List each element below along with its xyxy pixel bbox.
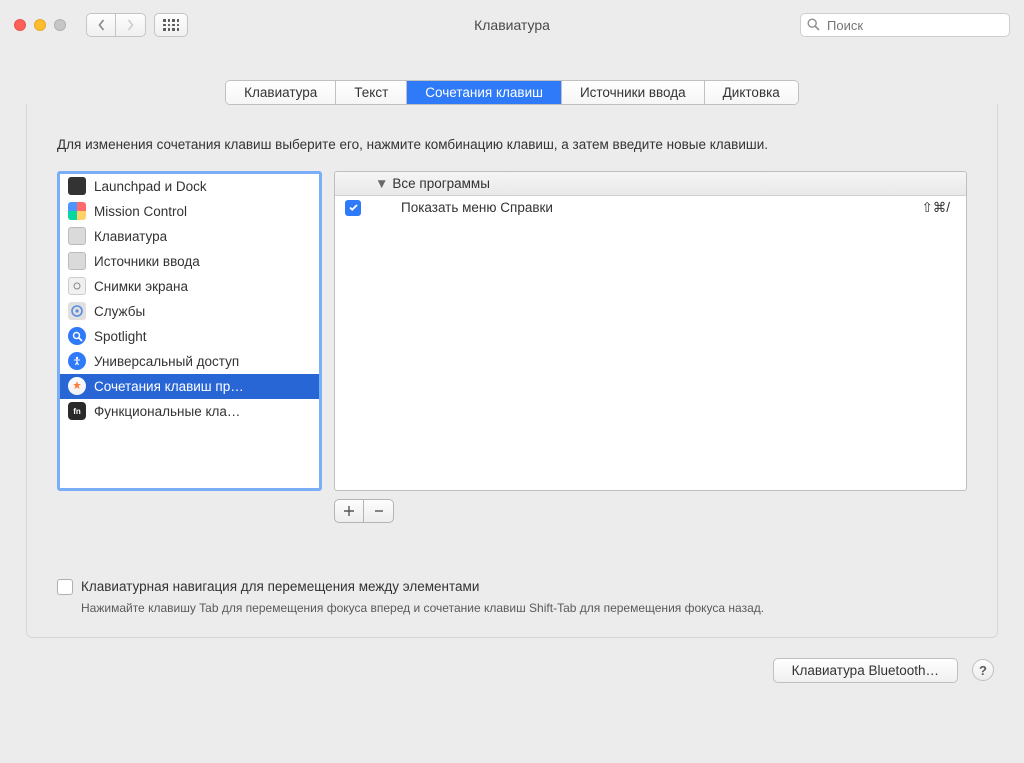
launchpad-icon xyxy=(68,177,86,195)
sidebar-item-label: Клавиатура xyxy=(94,229,167,244)
sidebar-item-label: Сочетания клавиш пр… xyxy=(94,379,244,394)
shortcut-combo[interactable]: ⇧⌘/ xyxy=(921,200,956,216)
shortcut-row[interactable]: Показать меню Справки ⇧⌘/ xyxy=(335,196,966,220)
search-container xyxy=(800,13,1010,37)
sidebar-item-services[interactable]: Службы xyxy=(60,299,319,324)
screenshot-icon xyxy=(68,277,86,295)
tab-text[interactable]: Текст xyxy=(336,81,407,104)
traffic-lights xyxy=(14,19,66,31)
preferences-window: Клавиатура Клавиатура Текст Сочетания кл… xyxy=(0,0,1024,763)
sidebar-item-input-sources[interactable]: Источники ввода xyxy=(60,249,319,274)
forward-button[interactable] xyxy=(116,13,146,37)
sidebar-item-label: Источники ввода xyxy=(94,254,200,269)
titlebar: Клавиатура xyxy=(0,0,1024,50)
sidebar-item-spotlight[interactable]: Spotlight xyxy=(60,324,319,349)
category-list[interactable]: Launchpad и Dock Mission Control Клавиат… xyxy=(57,171,322,491)
zoom-window-button xyxy=(54,19,66,31)
sidebar-item-label: Mission Control xyxy=(94,204,187,219)
keyboard-navigation-description: Нажимайте клавишу Tab для перемещения фо… xyxy=(81,601,967,615)
tab-shortcuts[interactable]: Сочетания клавиш xyxy=(407,81,562,104)
add-button[interactable] xyxy=(334,499,364,523)
app-shortcuts-icon xyxy=(68,377,86,395)
sidebar-item-label: Функциональные кла… xyxy=(94,404,240,419)
instruction-text: Для изменения сочетания клавиш выберите … xyxy=(57,136,967,155)
tab-input-sources[interactable]: Источники ввода xyxy=(562,81,705,104)
footer: Клавиатура Bluetooth… ? xyxy=(0,638,1024,683)
sidebar-item-launchpad[interactable]: Launchpad и Dock xyxy=(60,174,319,199)
spotlight-icon xyxy=(68,327,86,345)
shortcut-list[interactable]: ▼ Все программы Показать меню Справки ⇧⌘… xyxy=(334,171,967,491)
bluetooth-keyboard-button[interactable]: Клавиатура Bluetooth… xyxy=(773,658,958,683)
sidebar-item-label: Снимки экрана xyxy=(94,279,188,294)
panel: Для изменения сочетания клавиш выберите … xyxy=(26,104,998,638)
search-icon xyxy=(807,18,820,31)
tabs-row: Клавиатура Текст Сочетания клавиш Источн… xyxy=(0,80,1024,105)
tab-keyboard[interactable]: Клавиатура xyxy=(226,81,336,104)
sidebar-item-label: Launchpad и Dock xyxy=(94,179,207,194)
chevron-right-icon xyxy=(126,19,135,31)
disclosure-triangle-icon[interactable]: ▼ xyxy=(375,176,388,191)
lists-row: Launchpad и Dock Mission Control Клавиат… xyxy=(57,171,967,491)
plus-icon xyxy=(343,505,355,517)
add-remove-buttons xyxy=(334,499,967,523)
group-header[interactable]: ▼ Все программы xyxy=(335,172,966,196)
nav-buttons xyxy=(86,13,146,37)
sidebar-item-label: Универсальный доступ xyxy=(94,354,239,369)
keyboard-navigation-checkbox[interactable] xyxy=(57,579,73,595)
grid-icon xyxy=(163,19,179,31)
chevron-left-icon xyxy=(97,19,106,31)
sidebar-item-keyboard[interactable]: Клавиатура xyxy=(60,224,319,249)
shortcut-label: Показать меню Справки xyxy=(401,200,921,215)
accessibility-icon xyxy=(68,352,86,370)
sidebar-item-function-keys[interactable]: fn Функциональные кла… xyxy=(60,399,319,424)
minus-icon xyxy=(373,505,385,517)
sidebar-item-label: Spotlight xyxy=(94,329,147,344)
minimize-window-button[interactable] xyxy=(34,19,46,31)
tabs: Клавиатура Текст Сочетания клавиш Источн… xyxy=(225,80,799,105)
shortcut-enabled-checkbox[interactable] xyxy=(345,200,361,216)
back-button[interactable] xyxy=(86,13,116,37)
sidebar-item-label: Службы xyxy=(94,304,145,319)
close-window-button[interactable] xyxy=(14,19,26,31)
mission-control-icon xyxy=(68,202,86,220)
group-header-label: Все программы xyxy=(392,176,490,191)
fn-icon: fn xyxy=(68,402,86,420)
search-input[interactable] xyxy=(800,13,1010,37)
sidebar-item-app-shortcuts[interactable]: Сочетания клавиш пр… xyxy=(60,374,319,399)
keyboard-icon xyxy=(68,227,86,245)
remove-button[interactable] xyxy=(364,499,394,523)
sidebar-item-accessibility[interactable]: Универсальный доступ xyxy=(60,349,319,374)
input-sources-icon xyxy=(68,252,86,270)
sidebar-item-screenshots[interactable]: Снимки экрана xyxy=(60,274,319,299)
show-all-button[interactable] xyxy=(154,13,188,37)
tab-dictation[interactable]: Диктовка xyxy=(705,81,798,104)
sidebar-item-mission-control[interactable]: Mission Control xyxy=(60,199,319,224)
check-icon xyxy=(348,202,359,213)
services-icon xyxy=(68,302,86,320)
keyboard-navigation-row: Клавиатурная навигация для перемещения м… xyxy=(57,579,967,595)
keyboard-navigation-label: Клавиатурная навигация для перемещения м… xyxy=(81,579,479,594)
help-button[interactable]: ? xyxy=(972,659,994,681)
